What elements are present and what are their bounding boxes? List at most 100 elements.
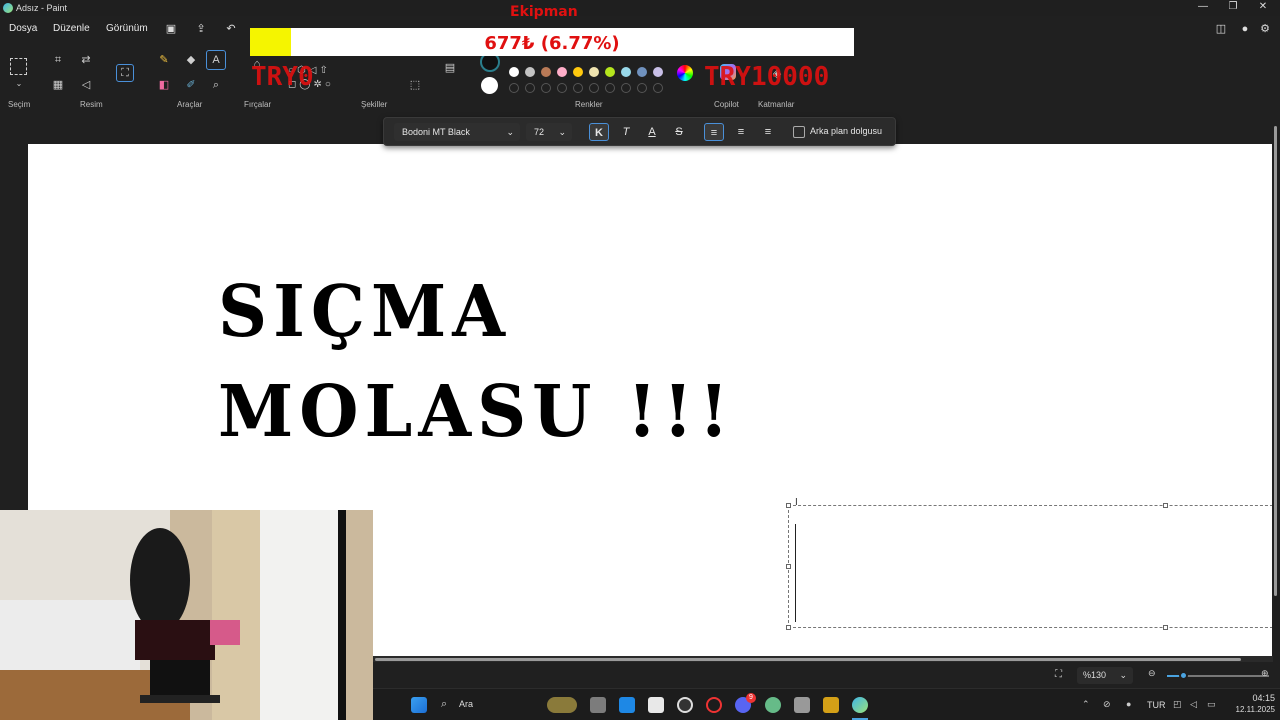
fill-icon[interactable]: ◆ — [183, 52, 199, 68]
canvas-text-line-1: SIÇMA — [218, 270, 512, 354]
rotate-icon[interactable]: ◁ — [78, 77, 94, 93]
text-format-toolbar: Bodoni MT Black ⌄ 72 ⌄ K T A S ≡ ≡ ≡ Ark… — [383, 117, 896, 146]
minimize-button[interactable]: — — [1188, 0, 1218, 16]
wifi-icon[interactable]: ◰ — [1173, 699, 1182, 710]
custom-color-slot[interactable] — [653, 83, 663, 93]
resize-handle[interactable] — [1163, 625, 1168, 630]
canvas-text-line-2: MOLASU !!! — [218, 370, 735, 454]
start-icon[interactable] — [411, 697, 427, 713]
selection-icon[interactable] — [10, 58, 27, 75]
color-swatch[interactable] — [541, 67, 551, 77]
paint-taskbar-icon[interactable] — [852, 697, 868, 713]
custom-color-slot[interactable] — [525, 83, 535, 93]
custom-color-slot[interactable] — [541, 83, 551, 93]
color-swatch[interactable] — [637, 67, 647, 77]
chatgpt-icon[interactable] — [677, 697, 693, 713]
task-view-icon[interactable] — [590, 697, 606, 713]
fill-style-icon[interactable]: ▤ — [442, 60, 458, 76]
font-size-dropdown[interactable]: 72 ⌄ — [526, 123, 572, 141]
background-fill-checkbox[interactable] — [793, 126, 805, 138]
color-swatch[interactable] — [605, 67, 615, 77]
clock-date[interactable]: 12.11.2025 — [1229, 705, 1275, 714]
microphone-icon[interactable]: ● — [1126, 699, 1131, 709]
align-right-icon[interactable]: ≡ — [758, 123, 778, 141]
restore-button[interactable]: ❐ — [1218, 0, 1248, 16]
custom-color-slot[interactable] — [509, 83, 519, 93]
share-icon[interactable]: ⇪ — [192, 20, 210, 38]
active-text-box[interactable] — [788, 505, 1278, 628]
color-swatch[interactable] — [557, 67, 567, 77]
color-swatch[interactable] — [573, 67, 583, 77]
zoom-slider-thumb[interactable] — [1179, 671, 1188, 680]
color-picker-icon[interactable]: ✐ — [183, 77, 199, 93]
opera-icon[interactable] — [706, 697, 722, 713]
outline-icon[interactable]: ⬚ — [407, 77, 423, 93]
menu-file[interactable]: Dosya — [9, 23, 37, 34]
scrollbar-thumb[interactable] — [375, 658, 1241, 661]
widget-icon[interactable] — [547, 697, 577, 713]
vertical-scrollbar[interactable] — [1272, 118, 1278, 656]
zoom-in-icon[interactable]: ⊕ — [1261, 668, 1269, 679]
menu-view[interactable]: Görünüm — [106, 23, 148, 34]
edit-colors-icon[interactable] — [677, 65, 693, 81]
color-swatch[interactable] — [589, 67, 599, 77]
menu-edit[interactable]: Düzenle — [53, 23, 90, 34]
text-tool-icon[interactable]: A — [206, 50, 226, 70]
settings-icon[interactable] — [794, 697, 810, 713]
color-swatch[interactable] — [525, 67, 535, 77]
explorer-icon[interactable] — [823, 697, 839, 713]
crop-icon[interactable]: ⌗ — [50, 52, 66, 68]
close-button[interactable]: ✕ — [1248, 0, 1278, 16]
eraser-icon[interactable]: ◧ — [156, 77, 172, 93]
chevron-down-icon[interactable]: ⌄ — [11, 76, 27, 92]
select-all-icon[interactable]: ▦ — [50, 77, 66, 93]
save-icon[interactable]: ▣ — [162, 20, 180, 38]
battery-icon[interactable]: ▭ — [1207, 699, 1216, 710]
custom-color-slot[interactable] — [589, 83, 599, 93]
zoom-dropdown[interactable]: %130 ⌄ — [1077, 667, 1133, 684]
custom-color-slot[interactable] — [573, 83, 583, 93]
custom-color-slot[interactable] — [621, 83, 631, 93]
custom-color-slot[interactable] — [637, 83, 647, 93]
resize-handle[interactable] — [1163, 503, 1168, 508]
browser-icon[interactable] — [648, 697, 664, 713]
resize-handle[interactable] — [786, 564, 791, 569]
search-icon[interactable]: ⌕ — [441, 698, 447, 711]
image-creator-icon[interactable]: ⛶ — [116, 64, 134, 82]
network-icon[interactable]: ⊘ — [1103, 699, 1111, 710]
volume-icon[interactable]: ◁ — [1190, 699, 1197, 710]
resize-icon[interactable]: ⇄ — [78, 52, 94, 68]
color-swatch[interactable] — [621, 67, 631, 77]
pencil-icon[interactable]: ✎ — [156, 52, 172, 68]
undo-icon[interactable]: ↶ — [222, 20, 240, 38]
zoom-out-icon[interactable]: ⊖ — [1148, 668, 1156, 679]
language-indicator[interactable]: TUR — [1147, 700, 1166, 710]
color-swatch[interactable] — [509, 67, 519, 77]
strikethrough-button[interactable]: S — [669, 123, 689, 141]
magnifier-icon[interactable]: ⌕ — [208, 77, 224, 93]
align-left-icon[interactable]: ≡ — [704, 123, 724, 141]
calculator-icon[interactable] — [619, 697, 635, 713]
search-label[interactable]: Ara — [459, 699, 473, 709]
align-center-icon[interactable]: ≡ — [731, 123, 751, 141]
custom-color-slot[interactable] — [605, 83, 615, 93]
custom-color-slot[interactable] — [557, 83, 567, 93]
feedback-icon[interactable]: ◫ — [1212, 20, 1230, 38]
scrollbar-thumb[interactable] — [1274, 126, 1277, 596]
text-caret — [795, 524, 796, 622]
italic-button[interactable]: T — [616, 123, 636, 141]
settings-icon[interactable]: ⚙ — [1256, 20, 1274, 38]
account-icon[interactable]: ● — [1236, 20, 1254, 38]
secondary-color[interactable] — [481, 77, 498, 94]
clock-time[interactable]: 04:15 — [1249, 693, 1275, 703]
font-family-dropdown[interactable]: Bodoni MT Black ⌄ — [394, 123, 520, 141]
resize-handle[interactable] — [786, 625, 791, 630]
fit-to-window-icon[interactable]: ⛶ — [1055, 669, 1062, 680]
resize-handle[interactable] — [786, 503, 791, 508]
underline-button[interactable]: A — [642, 123, 662, 141]
title-bar: Adsız - Paint — ❐ ✕ — [0, 0, 1280, 16]
chrome-icon[interactable] — [765, 697, 781, 713]
bold-button[interactable]: K — [589, 123, 609, 141]
chevron-up-icon[interactable]: ⌃ — [1082, 699, 1090, 710]
color-swatch[interactable] — [653, 67, 663, 77]
